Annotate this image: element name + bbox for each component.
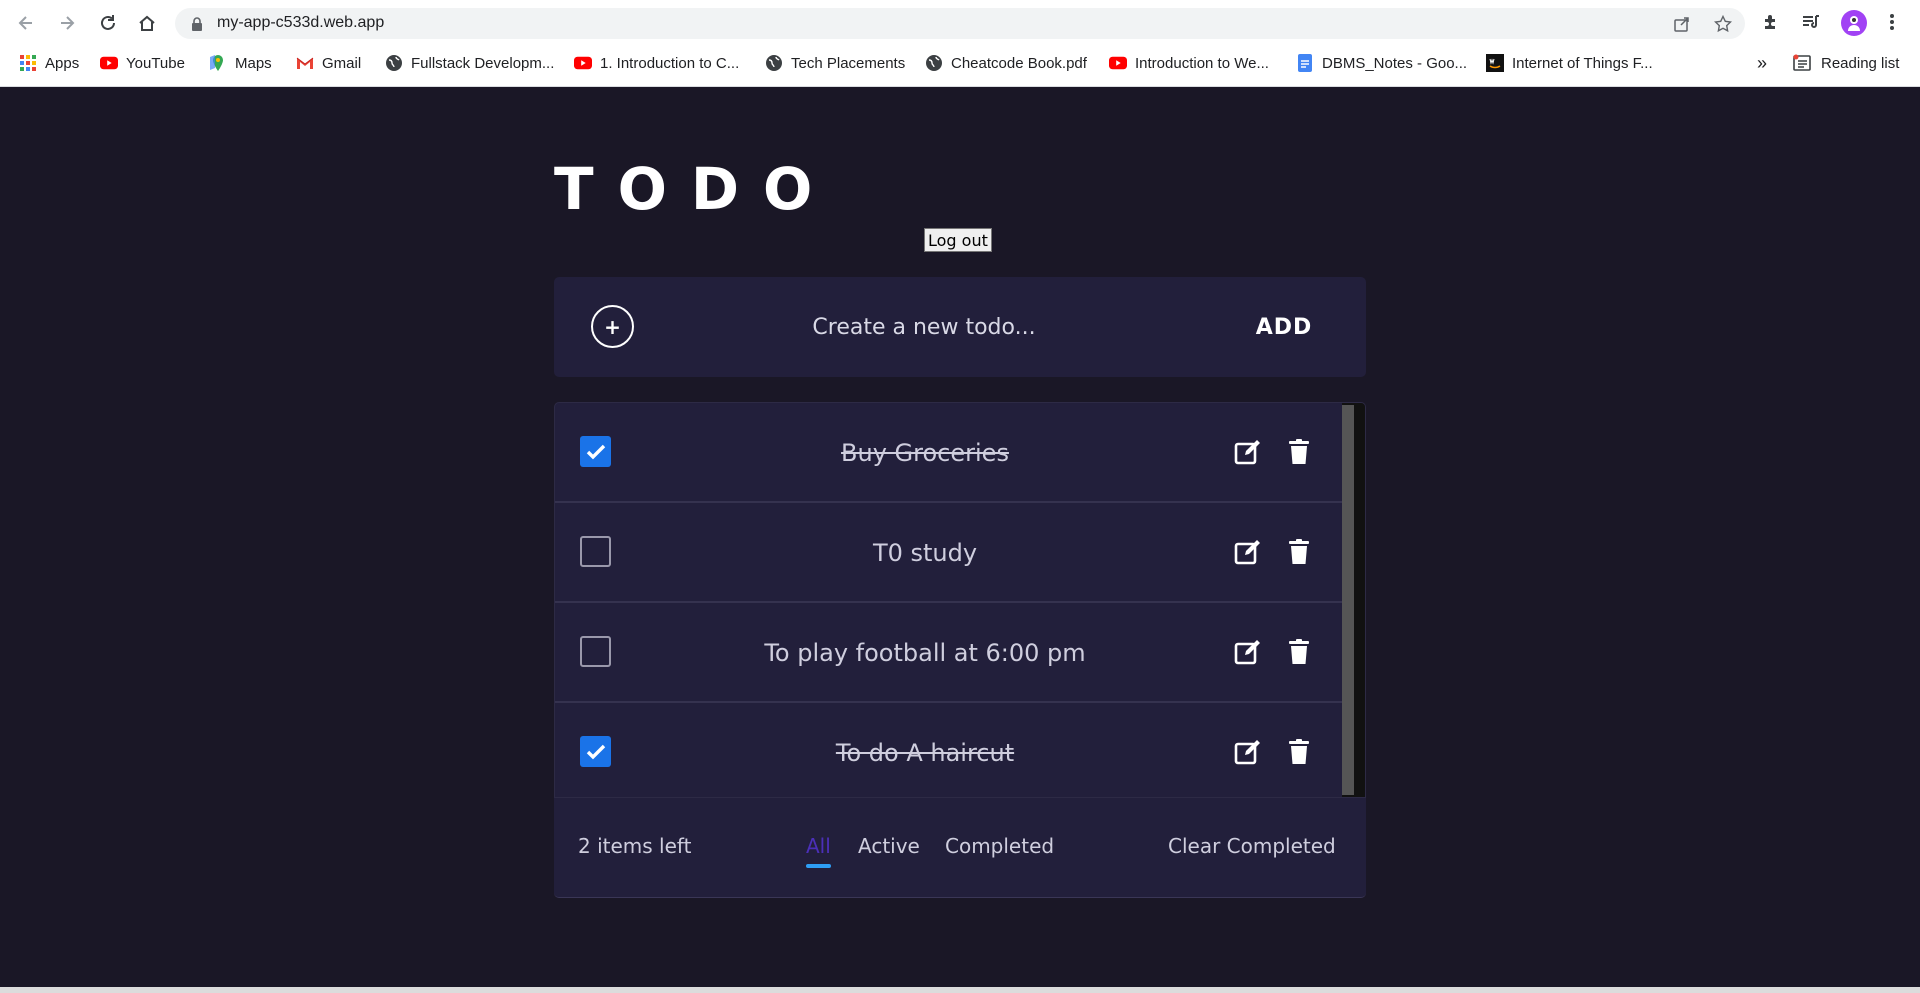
edit-icon[interactable] (1233, 537, 1263, 567)
overflow-chevron-icon: » (1757, 52, 1768, 73)
trash-icon[interactable] (1284, 537, 1314, 567)
bookmark-gmail[interactable]: Gmail (296, 47, 361, 79)
todo-text: To play football at 6:00 pm (764, 639, 1086, 667)
bookmark-label: Tech Placements (791, 54, 906, 72)
bookmarks-overflow-button[interactable]: » (1757, 47, 1767, 79)
new-todo-card: + ADD (554, 277, 1366, 377)
share-icon[interactable] (1673, 15, 1691, 33)
filter-all-tab[interactable]: All (806, 834, 831, 858)
reload-icon (101, 15, 115, 30)
bookmarks-bar: Apps YouTube Maps Gmail Fullstack Develo… (0, 47, 1920, 87)
queue-music-icon (1803, 15, 1819, 28)
items-left-count: 2 items left (578, 834, 692, 858)
home-button[interactable] (135, 11, 159, 35)
youtube-icon (574, 54, 592, 72)
bookmark-intro-web[interactable]: Introduction to We... (1109, 47, 1269, 79)
globe-icon (925, 54, 943, 72)
edit-icon[interactable] (1233, 737, 1263, 767)
todo-checkbox-checked[interactable] (580, 436, 611, 467)
apps-grid-icon (19, 54, 37, 72)
bookmark-intro-c[interactable]: 1. Introduction to C... (574, 47, 739, 79)
puzzle-icon (1765, 15, 1775, 29)
globe-icon (385, 54, 403, 72)
filter-completed-tab[interactable]: Completed (945, 834, 1054, 858)
forward-arrow-icon (61, 16, 75, 30)
bookmark-label: DBMS_Notes - Goo... (1322, 54, 1468, 72)
reading-list-icon (1793, 54, 1811, 72)
todo-checkbox-unchecked[interactable] (580, 536, 611, 567)
edit-icon[interactable] (1233, 637, 1263, 667)
todo-checkbox-unchecked[interactable] (580, 636, 611, 667)
todo-list: Buy Groceries T0 study To play football … (554, 402, 1366, 798)
page-title: TODO (554, 155, 837, 223)
todo-item: T0 study (555, 503, 1342, 603)
bookmark-tech-placements[interactable]: Tech Placements (765, 47, 905, 79)
back-arrow-icon (18, 16, 32, 30)
bookmark-label: Apps (45, 54, 80, 72)
bookmark-label: Cheatcode Book.pdf (951, 54, 1087, 72)
bookmark-label: Gmail (322, 54, 362, 72)
lock-icon (191, 16, 203, 35)
edit-icon[interactable] (1233, 437, 1263, 467)
media-button[interactable] (1800, 11, 1822, 33)
back-button[interactable] (14, 11, 38, 35)
bookmark-label: Maps (235, 54, 272, 72)
aws-icon (1486, 54, 1504, 72)
extensions-button[interactable] (1760, 11, 1782, 33)
todo-item: Buy Groceries (555, 403, 1342, 503)
add-circle-icon[interactable]: + (591, 305, 634, 348)
browser-toolbar: my-app-c533d.web.app (0, 0, 1920, 47)
globe-icon (765, 54, 783, 72)
todo-footer: 2 items left All Active Completed Clear … (554, 798, 1366, 898)
todo-text: T0 study (872, 539, 978, 567)
forward-button[interactable] (55, 11, 79, 35)
address-bar[interactable]: my-app-c533d.web.app (175, 8, 1745, 39)
home-icon (139, 15, 155, 31)
todo-item: To do A haircut (555, 703, 1342, 797)
trash-icon[interactable] (1284, 437, 1314, 467)
bookmark-cheatcode[interactable]: Cheatcode Book.pdf (925, 47, 1087, 79)
new-todo-input[interactable] (674, 305, 1174, 349)
reading-list-label: Reading list (1821, 54, 1900, 72)
clear-completed-button[interactable]: Clear Completed (1168, 834, 1336, 858)
bookmark-label: Introduction to We... (1135, 54, 1269, 72)
bookmark-fullstack[interactable]: Fullstack Developm... (385, 47, 554, 79)
checkmark-icon (586, 744, 605, 759)
kebab-menu-icon (1890, 14, 1894, 30)
browser-menu-button[interactable] (1881, 11, 1903, 33)
gmail-icon (296, 54, 314, 72)
bookmark-label: Internet of Things F... (1512, 54, 1653, 72)
bookmark-dbms-notes[interactable]: DBMS_Notes - Goo... (1296, 47, 1467, 79)
add-todo-button[interactable]: ADD (1234, 307, 1334, 347)
youtube-icon (1109, 54, 1127, 72)
filter-active-tab[interactable]: Active (858, 834, 920, 858)
trash-icon[interactable] (1284, 637, 1314, 667)
maps-icon (209, 54, 227, 72)
scrollbar-thumb[interactable] (1342, 405, 1354, 795)
bookmark-maps[interactable]: Maps (209, 47, 272, 79)
todo-text: To do A haircut (835, 739, 1015, 767)
reading-list-button[interactable]: Reading list (1793, 47, 1899, 79)
bookmark-label: YouTube (126, 54, 185, 72)
todo-checkbox-checked[interactable] (580, 736, 611, 767)
bookmark-iot[interactable]: Internet of Things F... (1486, 47, 1653, 79)
checkmark-icon (586, 444, 605, 459)
bookmark-youtube[interactable]: YouTube (100, 47, 185, 79)
profile-avatar[interactable] (1841, 10, 1867, 36)
todo-item: To play football at 6:00 pm (555, 603, 1342, 703)
docs-icon (1296, 54, 1314, 72)
logout-button[interactable]: Log out (924, 228, 992, 252)
bookmark-label: 1. Introduction to C... (600, 54, 740, 72)
trash-icon[interactable] (1284, 737, 1314, 767)
bookmark-apps[interactable]: Apps (19, 47, 79, 79)
todo-text: Buy Groceries (841, 439, 1009, 467)
youtube-icon (100, 54, 118, 72)
reload-button[interactable] (96, 11, 120, 35)
window-bottom-edge (0, 987, 1920, 993)
active-filter-indicator (806, 864, 831, 868)
bookmark-label: Fullstack Developm... (411, 54, 555, 72)
bookmark-star-icon[interactable] (1713, 14, 1733, 33)
profile-picture-icon (1848, 16, 1860, 31)
url-text: my-app-c533d.web.app (217, 14, 385, 31)
